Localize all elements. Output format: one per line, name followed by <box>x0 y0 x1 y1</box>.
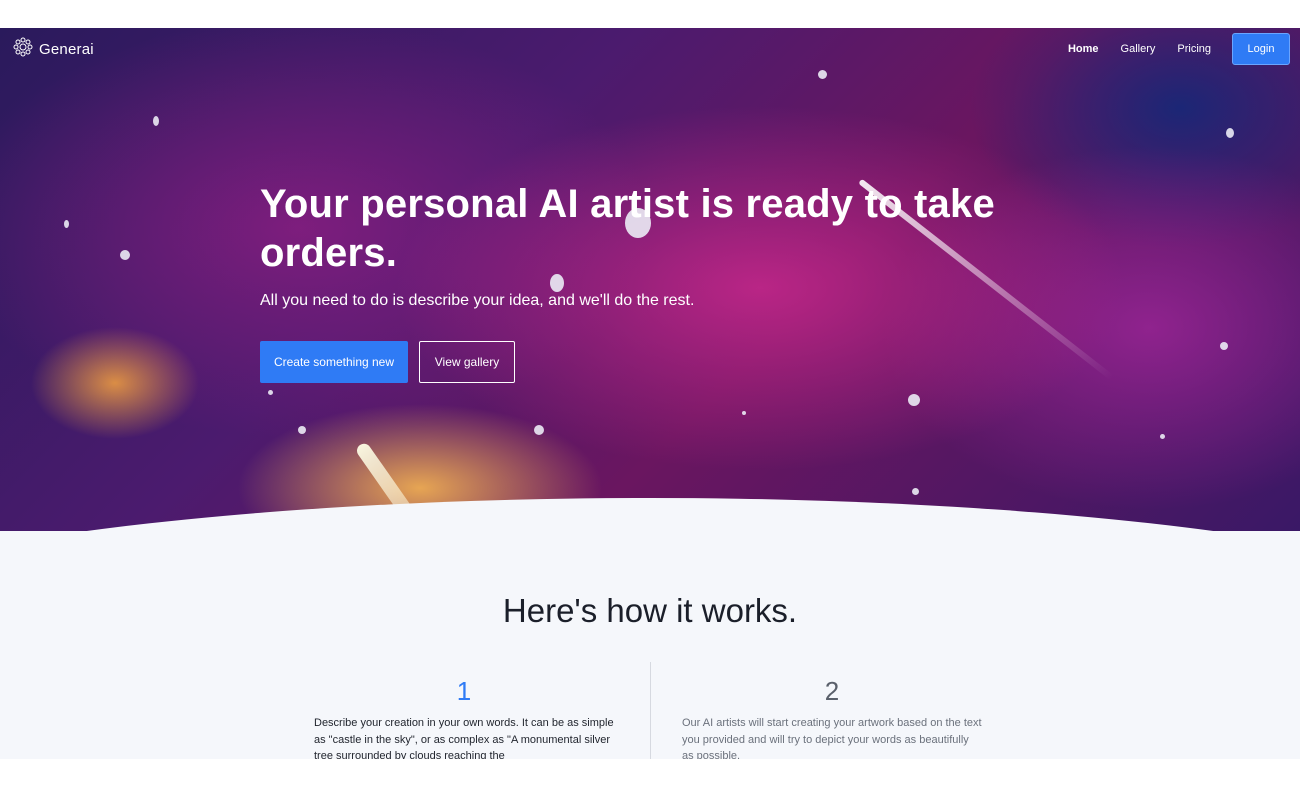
navbar: Generai Home Gallery Pricing Login <box>0 28 1300 70</box>
hero-star <box>1226 128 1234 138</box>
nav-link-pricing[interactable]: Pricing <box>1166 43 1222 55</box>
hero-star <box>64 220 69 228</box>
step-card: 2 Our AI artists will start creating you… <box>682 676 982 759</box>
hero-curve-divider <box>0 498 1300 531</box>
sparkle-ring-icon <box>12 36 34 63</box>
create-something-new-button[interactable]: Create something new <box>260 341 408 383</box>
brand-logo[interactable]: Generai <box>12 36 94 63</box>
hero-star <box>818 70 827 79</box>
brand-name: Generai <box>39 40 94 58</box>
step-description: Describe your creation in your own words… <box>314 717 614 759</box>
login-button[interactable]: Login <box>1232 33 1290 65</box>
hero-star <box>534 425 544 435</box>
hero-star <box>1160 434 1165 439</box>
hero-title: Your personal AI artist is ready to take… <box>260 182 995 275</box>
hero-buttons: Create something new View gallery <box>260 341 515 383</box>
hero-star <box>908 394 920 406</box>
step-card: 1 Describe your creation in your own wor… <box>314 676 614 759</box>
hero-star <box>153 116 159 126</box>
nav-links: Home Gallery Pricing Login <box>1057 33 1290 65</box>
step-number: 2 <box>824 676 840 706</box>
nav-link-gallery[interactable]: Gallery <box>1110 43 1167 55</box>
hero-subtitle: All you need to do is describe your idea… <box>260 292 695 309</box>
steps-divider <box>650 662 651 759</box>
hero-star <box>1220 342 1228 350</box>
how-it-works-title: Here's how it works. <box>502 592 798 629</box>
hero-star <box>298 426 306 434</box>
page: Generai Home Gallery Pricing Login Your … <box>0 28 1300 759</box>
hero-star <box>268 390 273 395</box>
nav-link-home[interactable]: Home <box>1057 43 1110 55</box>
hero-star <box>742 411 746 415</box>
hero-star <box>120 250 130 260</box>
step-description: Our AI artists will start creating your … <box>682 717 982 759</box>
hero-star <box>912 488 919 495</box>
hero-content: Your personal AI artist is ready to take… <box>260 180 1060 383</box>
step-number: 1 <box>456 676 472 706</box>
view-gallery-button[interactable]: View gallery <box>419 341 515 383</box>
